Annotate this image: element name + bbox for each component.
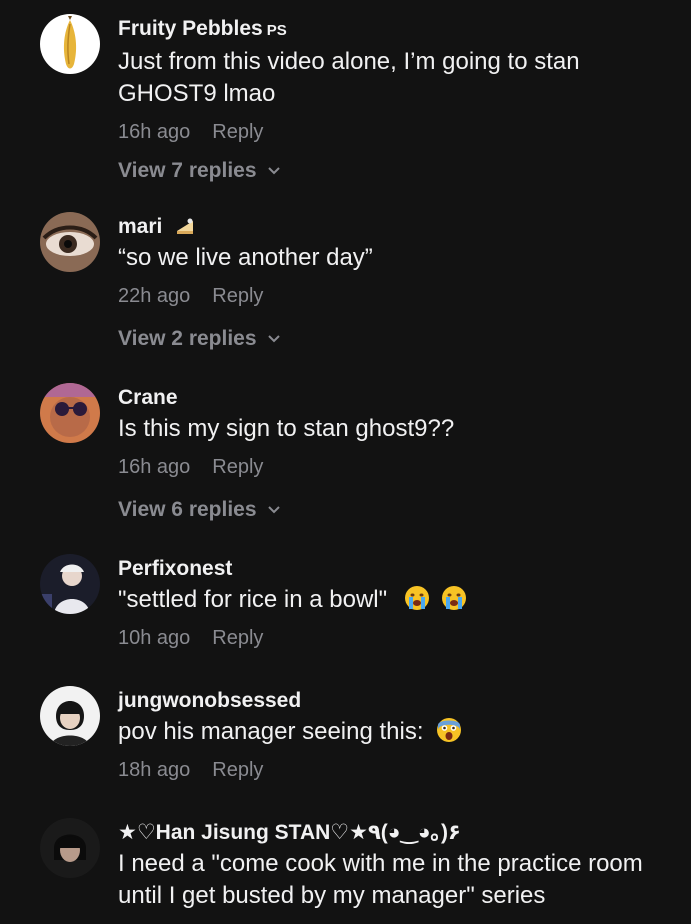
timestamp: 18h ago <box>118 759 191 781</box>
loudly-crying-face-emoji-icon <box>441 586 466 610</box>
dark-portrait-avatar-icon <box>40 818 100 878</box>
view-replies-label: View 6 replies <box>118 498 257 521</box>
reply-button[interactable]: Reply <box>212 627 263 649</box>
view-replies-label: View 7 replies <box>118 159 257 182</box>
view-replies-button[interactable]: View 7 replies <box>118 158 281 184</box>
cake-emoji-icon <box>177 218 194 234</box>
comment-text: "settled for rice in a bowl" <box>118 584 671 616</box>
reply-button[interactable]: Reply <box>212 456 263 478</box>
loudly-crying-face-emoji-icon <box>404 586 429 610</box>
username-text[interactable]: mari <box>118 215 162 238</box>
sunglasses-avatar-icon <box>40 383 100 443</box>
username-text[interactable]: Fruity Pebbles <box>118 17 263 40</box>
timestamp: 10h ago <box>118 627 191 649</box>
username[interactable]: Perfixonest <box>118 556 671 582</box>
comment-meta: 16h ago Reply <box>118 455 671 479</box>
user-badge: PS <box>266 22 287 39</box>
comment-meta: 16h ago Reply <box>118 120 671 144</box>
chevron-down-icon <box>267 506 280 514</box>
username[interactable]: mari <box>118 214 671 240</box>
view-replies-button[interactable]: View 2 replies <box>118 326 281 352</box>
avatar[interactable] <box>40 383 100 443</box>
username-text[interactable]: jungwonobsessed <box>118 689 301 712</box>
username-text[interactable]: Crane <box>118 386 178 409</box>
comment-text-body: "settled for rice in a bowl" <box>118 586 388 613</box>
reply-button[interactable]: Reply <box>212 759 263 781</box>
avatar[interactable] <box>40 14 100 74</box>
avatar[interactable] <box>40 554 100 614</box>
person-avatar-icon <box>40 686 100 746</box>
timestamp: 22h ago <box>118 285 191 307</box>
view-replies-label: View 2 replies <box>118 327 257 350</box>
screaming-face-emoji-icon <box>437 718 462 742</box>
comment-text: I need a "come cook with me in the pract… <box>118 850 643 909</box>
view-replies-button[interactable]: View 6 replies <box>118 497 281 523</box>
comment-text: pov his manager seeing this: <box>118 716 671 748</box>
username[interactable]: Crane <box>118 385 671 411</box>
comment-text-body: pov his manager seeing this: <box>118 718 424 745</box>
comment-meta: 18h ago Reply <box>118 758 671 782</box>
reply-button[interactable]: Reply <box>212 121 263 143</box>
comment-text: Just from this video alone, I’m going to… <box>118 48 580 107</box>
chevron-down-icon <box>267 167 280 175</box>
username-text[interactable]: ★♡Han Jisung STAN♡★٩(◕‿◕｡)۶ <box>118 821 461 844</box>
timestamp: 16h ago <box>118 121 191 143</box>
comment-meta: 22h ago Reply <box>118 284 671 308</box>
eye-closeup-avatar-icon <box>40 212 100 272</box>
username-text[interactable]: Perfixonest <box>118 557 232 580</box>
avatar[interactable] <box>40 818 100 878</box>
username[interactable]: ★♡Han Jisung STAN♡★٩(◕‿◕｡)۶ <box>118 820 671 846</box>
timestamp: 16h ago <box>118 456 191 478</box>
username[interactable]: jungwonobsessed <box>118 688 671 714</box>
banana-avatar-icon <box>40 14 100 74</box>
comment-meta: 10h ago Reply <box>118 626 671 650</box>
chevron-down-icon <box>267 335 280 343</box>
cap-person-avatar-icon <box>40 554 100 614</box>
avatar[interactable] <box>40 686 100 746</box>
comment-text: “so we live another day” <box>118 244 373 271</box>
username[interactable]: Fruity Pebbles PS <box>118 16 671 44</box>
reply-button[interactable]: Reply <box>212 285 263 307</box>
avatar[interactable] <box>40 212 100 272</box>
comment-text: Is this my sign to stan ghost9?? <box>118 415 455 442</box>
